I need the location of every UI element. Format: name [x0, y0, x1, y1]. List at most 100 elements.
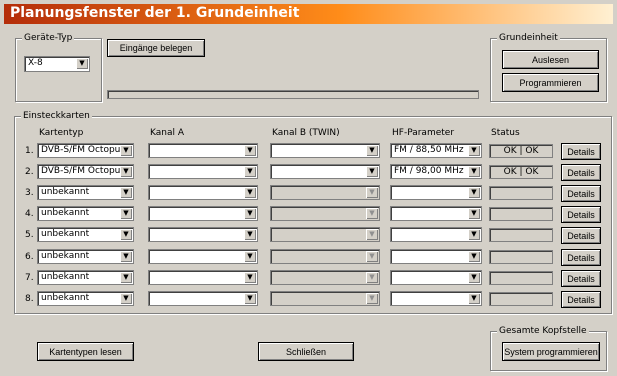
system-programmieren-button[interactable]: System programmieren [502, 342, 600, 361]
programmieren-button[interactable]: Programmieren [502, 73, 599, 92]
kartentyp-select-value: unbekannt [41, 187, 90, 197]
details-button[interactable]: Details [561, 270, 601, 287]
kartentyp-select[interactable]: unbekannt ▼ [37, 185, 134, 200]
kanal-a-select[interactable]: ▼ [148, 270, 258, 285]
kanal-a-select[interactable]: ▼ [148, 206, 258, 221]
chevron-down-icon: ▼ [120, 145, 132, 156]
kartentyp-select[interactable]: unbekannt ▼ [37, 270, 134, 285]
chevron-down-icon: ▼ [468, 166, 480, 177]
chevron-down-icon: ▼ [468, 251, 480, 262]
kartentyp-select-value: DVB-S/FM Octopus [41, 166, 126, 176]
header-kartentyp: Kartentyp [39, 128, 84, 138]
hf-parameter-select-value: FM / 98,00 MHz [394, 166, 464, 176]
kanal-b-select: ▼ [270, 227, 380, 242]
hf-parameter-select[interactable]: ▼ [390, 291, 482, 306]
row-number: 1. [25, 146, 34, 156]
chevron-down-icon: ▼ [244, 229, 256, 240]
details-button[interactable]: Details [561, 164, 601, 181]
geraete-typ-legend: Geräte-Typ [22, 33, 75, 43]
chevron-down-icon: ▼ [366, 187, 378, 198]
chevron-down-icon: ▼ [120, 166, 132, 177]
details-button[interactable]: Details [561, 227, 601, 244]
kanal-a-select[interactable]: ▼ [148, 227, 258, 242]
kartentyp-select[interactable]: DVB-S/FM Octopus ▼ [37, 143, 134, 158]
kartentyp-select-value: unbekannt [41, 293, 90, 303]
table-row: 1. DVB-S/FM Octopus ▼ ▼ ▼ FM / 88,50 MHz ▼ OK |… [0, 143, 617, 160]
hf-parameter-select-value: FM / 88,50 MHz [394, 145, 464, 155]
hf-parameter-select[interactable]: ▼ [390, 227, 482, 242]
chevron-down-icon: ▼ [468, 187, 480, 198]
status-field [489, 228, 553, 242]
eingaenge-belegen-button[interactable]: Eingänge belegen [107, 39, 205, 57]
chevron-down-icon: ▼ [120, 208, 132, 219]
geraete-typ-value: X-8 [28, 58, 43, 68]
chevron-down-icon: ▼ [366, 208, 378, 219]
table-row: 5. unbekannt ▼ ▼ ▼ ▼ Details [0, 227, 617, 244]
row-number: 2. [25, 167, 34, 177]
hf-parameter-select[interactable]: ▼ [390, 206, 482, 221]
status-field: OK | OK [489, 165, 553, 179]
hf-parameter-select[interactable]: FM / 88,50 MHz ▼ [390, 143, 482, 158]
kartentyp-select[interactable]: unbekannt ▼ [37, 249, 134, 264]
row-number: 8. [25, 294, 34, 304]
status-field [489, 207, 553, 221]
chevron-down-icon: ▼ [244, 145, 256, 156]
table-row: 6. unbekannt ▼ ▼ ▼ ▼ Details [0, 249, 617, 266]
window-title: Planungsfenster der 1. Grundeinheit [10, 5, 300, 21]
kartentyp-select[interactable]: unbekannt ▼ [37, 291, 134, 306]
chevron-down-icon: ▼ [244, 187, 256, 198]
kartentyp-select-value: unbekannt [41, 229, 90, 239]
title-bar: Planungsfenster der 1. Grundeinheit [4, 4, 613, 24]
kanal-b-select: ▼ [270, 249, 380, 264]
chevron-down-icon: ▼ [366, 145, 378, 156]
auslesen-button[interactable]: Auslesen [502, 50, 599, 69]
kanal-a-select[interactable]: ▼ [148, 185, 258, 200]
hf-parameter-select[interactable]: ▼ [390, 249, 482, 264]
row-number: 5. [25, 230, 34, 240]
kanal-a-select[interactable]: ▼ [148, 164, 258, 179]
kanal-b-select[interactable]: ▼ [270, 143, 380, 158]
chevron-down-icon: ▼ [366, 293, 378, 304]
table-row: 7. unbekannt ▼ ▼ ▼ ▼ Details [0, 270, 617, 287]
einsteckkarten-legend: Einsteckkarten [21, 111, 92, 121]
status-field [489, 292, 553, 306]
table-row: 4. unbekannt ▼ ▼ ▼ ▼ Details [0, 206, 617, 223]
schliessen-button[interactable]: Schließen [258, 342, 354, 361]
hf-parameter-select[interactable]: FM / 98,00 MHz ▼ [390, 164, 482, 179]
hf-parameter-select[interactable]: ▼ [390, 185, 482, 200]
chevron-down-icon: ▼ [366, 251, 378, 262]
chevron-down-icon: ▼ [468, 272, 480, 283]
status-field: OK | OK [489, 144, 553, 158]
kanal-a-select[interactable]: ▼ [148, 291, 258, 306]
chevron-down-icon: ▼ [366, 272, 378, 283]
kopfstelle-legend: Gesamte Kopfstelle [497, 326, 589, 336]
header-kanal-b: Kanal B (TWIN) [272, 128, 340, 138]
kartentypen-lesen-button[interactable]: Kartentypen lesen [37, 342, 134, 361]
kanal-a-select[interactable]: ▼ [148, 143, 258, 158]
details-button[interactable]: Details [561, 249, 601, 266]
chevron-down-icon: ▼ [244, 251, 256, 262]
grundeinheit-group: Grundeinheit [490, 33, 607, 102]
kanal-b-select: ▼ [270, 291, 380, 306]
kanal-b-select: ▼ [270, 206, 380, 221]
kartentyp-select-value: DVB-S/FM Octopus [41, 145, 126, 155]
chevron-down-icon: ▼ [366, 166, 378, 177]
grundeinheit-legend: Grundeinheit [497, 33, 560, 43]
chevron-down-icon: ▼ [468, 145, 480, 156]
kanal-b-select: ▼ [270, 185, 380, 200]
kartentyp-select[interactable]: DVB-S/FM Octopus ▼ [37, 164, 134, 179]
details-button[interactable]: Details [561, 143, 601, 160]
details-button[interactable]: Details [561, 185, 601, 202]
status-field [489, 186, 553, 200]
geraete-typ-select[interactable]: X-8 ▼ [24, 56, 90, 72]
chevron-down-icon: ▼ [120, 187, 132, 198]
chevron-down-icon: ▼ [120, 293, 132, 304]
kartentyp-select[interactable]: unbekannt ▼ [37, 227, 134, 242]
kanal-a-select[interactable]: ▼ [148, 249, 258, 264]
kartentyp-select-value: unbekannt [41, 272, 90, 282]
kartentyp-select[interactable]: unbekannt ▼ [37, 206, 134, 221]
hf-parameter-select[interactable]: ▼ [390, 270, 482, 285]
details-button[interactable]: Details [561, 206, 601, 223]
details-button[interactable]: Details [561, 291, 601, 308]
kanal-b-select[interactable]: ▼ [270, 164, 380, 179]
